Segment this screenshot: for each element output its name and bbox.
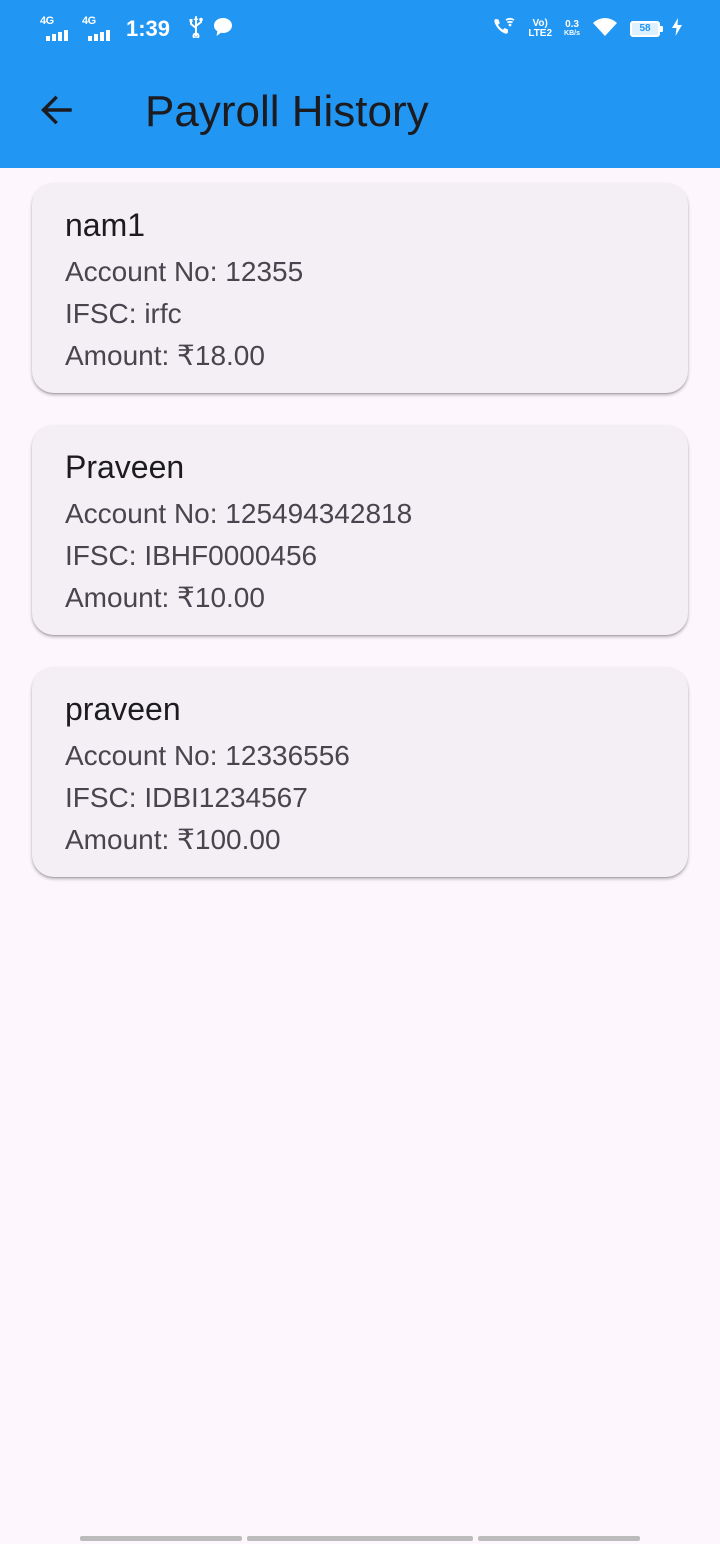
ifsc-code: IFSC: IDBI1234567 bbox=[65, 782, 308, 813]
employee-name: praveen bbox=[65, 691, 181, 727]
payment-amount: Amount: ₹10.00 bbox=[65, 582, 265, 613]
status-bar: 4G 4G 1:39 Vo) LTE2 0.3 KB/s 58 bbox=[0, 0, 720, 58]
signal-strength-icon: 4G bbox=[82, 16, 116, 42]
signal-strength-icon: 4G bbox=[40, 16, 74, 42]
arrow-left-icon bbox=[39, 93, 73, 132]
payroll-card[interactable]: praveen Account No: 12336556 IFSC: IDBI1… bbox=[32, 667, 688, 877]
employee-name: Praveen bbox=[65, 449, 185, 485]
charging-icon bbox=[672, 17, 682, 41]
ifsc-code: IFSC: IBHF0000456 bbox=[65, 540, 318, 571]
network-type-label: 4G bbox=[82, 15, 96, 27]
nav-gesture-segment[interactable] bbox=[247, 1536, 473, 1541]
page-title: Payroll History bbox=[145, 87, 429, 136]
wifi-icon bbox=[592, 17, 618, 42]
payment-amount: Amount: ₹100.00 bbox=[65, 824, 281, 855]
employee-name: nam1 bbox=[65, 207, 146, 243]
status-bar-right: Vo) LTE2 0.3 KB/s 58 bbox=[492, 14, 682, 44]
usb-icon bbox=[188, 15, 204, 43]
volte-indicator: Vo) LTE2 bbox=[528, 19, 552, 39]
network-speed-indicator: 0.3 KB/s bbox=[564, 20, 580, 38]
payroll-card[interactable]: nam1 Account No: 12355 IFSC: irfc Amount… bbox=[32, 183, 688, 393]
battery-icon: 58 bbox=[630, 21, 663, 37]
nav-gesture-segment[interactable] bbox=[478, 1536, 640, 1541]
payment-amount: Amount: ₹18.00 bbox=[65, 340, 265, 371]
message-icon bbox=[212, 16, 234, 43]
payroll-card[interactable]: Praveen Account No: 125494342818 IFSC: I… bbox=[32, 425, 688, 635]
account-number: Account No: 12355 bbox=[65, 256, 304, 287]
app-bar: 4G 4G 1:39 Vo) LTE2 0.3 KB/s 58 Payroll … bbox=[0, 0, 720, 168]
battery-level: 58 bbox=[639, 23, 651, 34]
back-button[interactable] bbox=[28, 84, 84, 140]
volte-bottom-label: LTE2 bbox=[528, 28, 553, 39]
gesture-navigation-bar[interactable] bbox=[80, 1536, 640, 1541]
network-speed-unit: KB/s bbox=[564, 30, 580, 37]
wifi-calling-icon bbox=[492, 16, 516, 43]
status-bar-left: 4G 4G 1:39 bbox=[40, 12, 234, 46]
status-time: 1:39 bbox=[126, 16, 171, 41]
account-number: Account No: 12336556 bbox=[65, 740, 350, 771]
ifsc-code: IFSC: irfc bbox=[65, 298, 182, 329]
account-number: Account No: 125494342818 bbox=[65, 498, 413, 529]
nav-gesture-segment[interactable] bbox=[80, 1536, 242, 1541]
network-type-label: 4G bbox=[40, 15, 54, 27]
